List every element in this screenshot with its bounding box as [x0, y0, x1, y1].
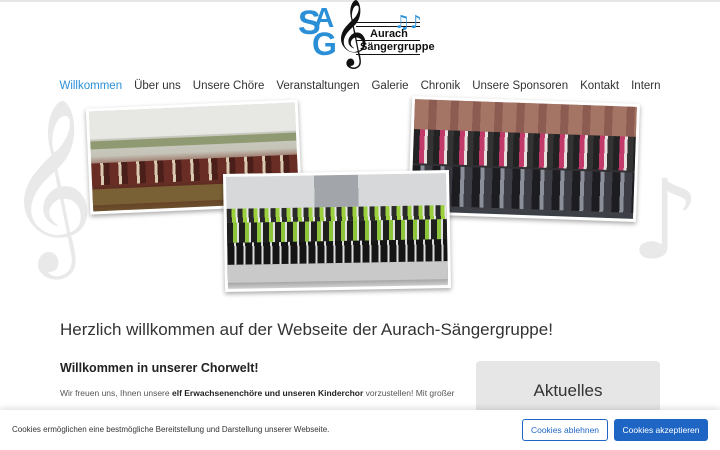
logo-text-aurach: Aurach: [370, 28, 408, 40]
nav-item-veranstaltungen[interactable]: Veranstaltungen: [270, 78, 365, 94]
cookie-message: Cookies ermöglichen eine bestmögliche Be…: [12, 425, 330, 434]
choir-photo: [222, 170, 452, 292]
intro-text-bold: elf Erwachsenenchöre und unseren Kinderc…: [171, 388, 364, 398]
decline-cookies-button[interactable]: Cookies ablehnen: [522, 419, 608, 441]
cookie-banner: Cookies ermöglichen eine bestmögliche Be…: [0, 410, 720, 450]
hero-banner: 𝄞 ♪: [0, 96, 720, 300]
section-heading: Willkommen in unserer Chorwelt!: [60, 361, 259, 375]
accept-cookies-button[interactable]: Cookies akzeptieren: [614, 419, 708, 441]
nav-item-ueber-uns[interactable]: Über uns: [128, 78, 187, 94]
site-logo[interactable]: S A G 𝄞 ♫♪ Aurach Sängergruppe: [298, 2, 435, 70]
nav-item-kontakt[interactable]: Kontakt: [574, 78, 625, 94]
nav-item-unsere-choere[interactable]: Unsere Chöre: [187, 78, 271, 94]
intro-text-end: vorzustellen! Mit großer: [363, 388, 455, 398]
main-navigation: Willkommen Über uns Unsere Chöre Veranst…: [0, 78, 720, 94]
news-sidebar-title: Aktuelles: [533, 381, 603, 400]
treble-clef-icon: 𝄞: [334, 0, 369, 66]
nav-item-chronik[interactable]: Chronik: [415, 78, 467, 94]
logo-text-saengergruppe: Sängergruppe: [360, 41, 435, 53]
nav-item-willkommen[interactable]: Willkommen: [53, 78, 128, 94]
nav-item-intern[interactable]: Intern: [625, 78, 666, 94]
page-headline: Herzlich willkommen auf der Webseite der…: [60, 320, 553, 339]
music-note-icon: ♪: [630, 156, 701, 284]
treble-clef-icon: 𝄞: [6, 98, 95, 272]
staff-line: [356, 54, 420, 55]
nav-item-galerie[interactable]: Galerie: [365, 78, 414, 94]
intro-text-start: Wir freuen uns, Ihnen unsere: [60, 388, 172, 398]
intro-paragraph: Wir freuen uns, Ihnen unsere elf Erwachs…: [60, 388, 454, 398]
nav-item-unsere-sponsoren[interactable]: Unsere Sponsoren: [466, 78, 574, 94]
